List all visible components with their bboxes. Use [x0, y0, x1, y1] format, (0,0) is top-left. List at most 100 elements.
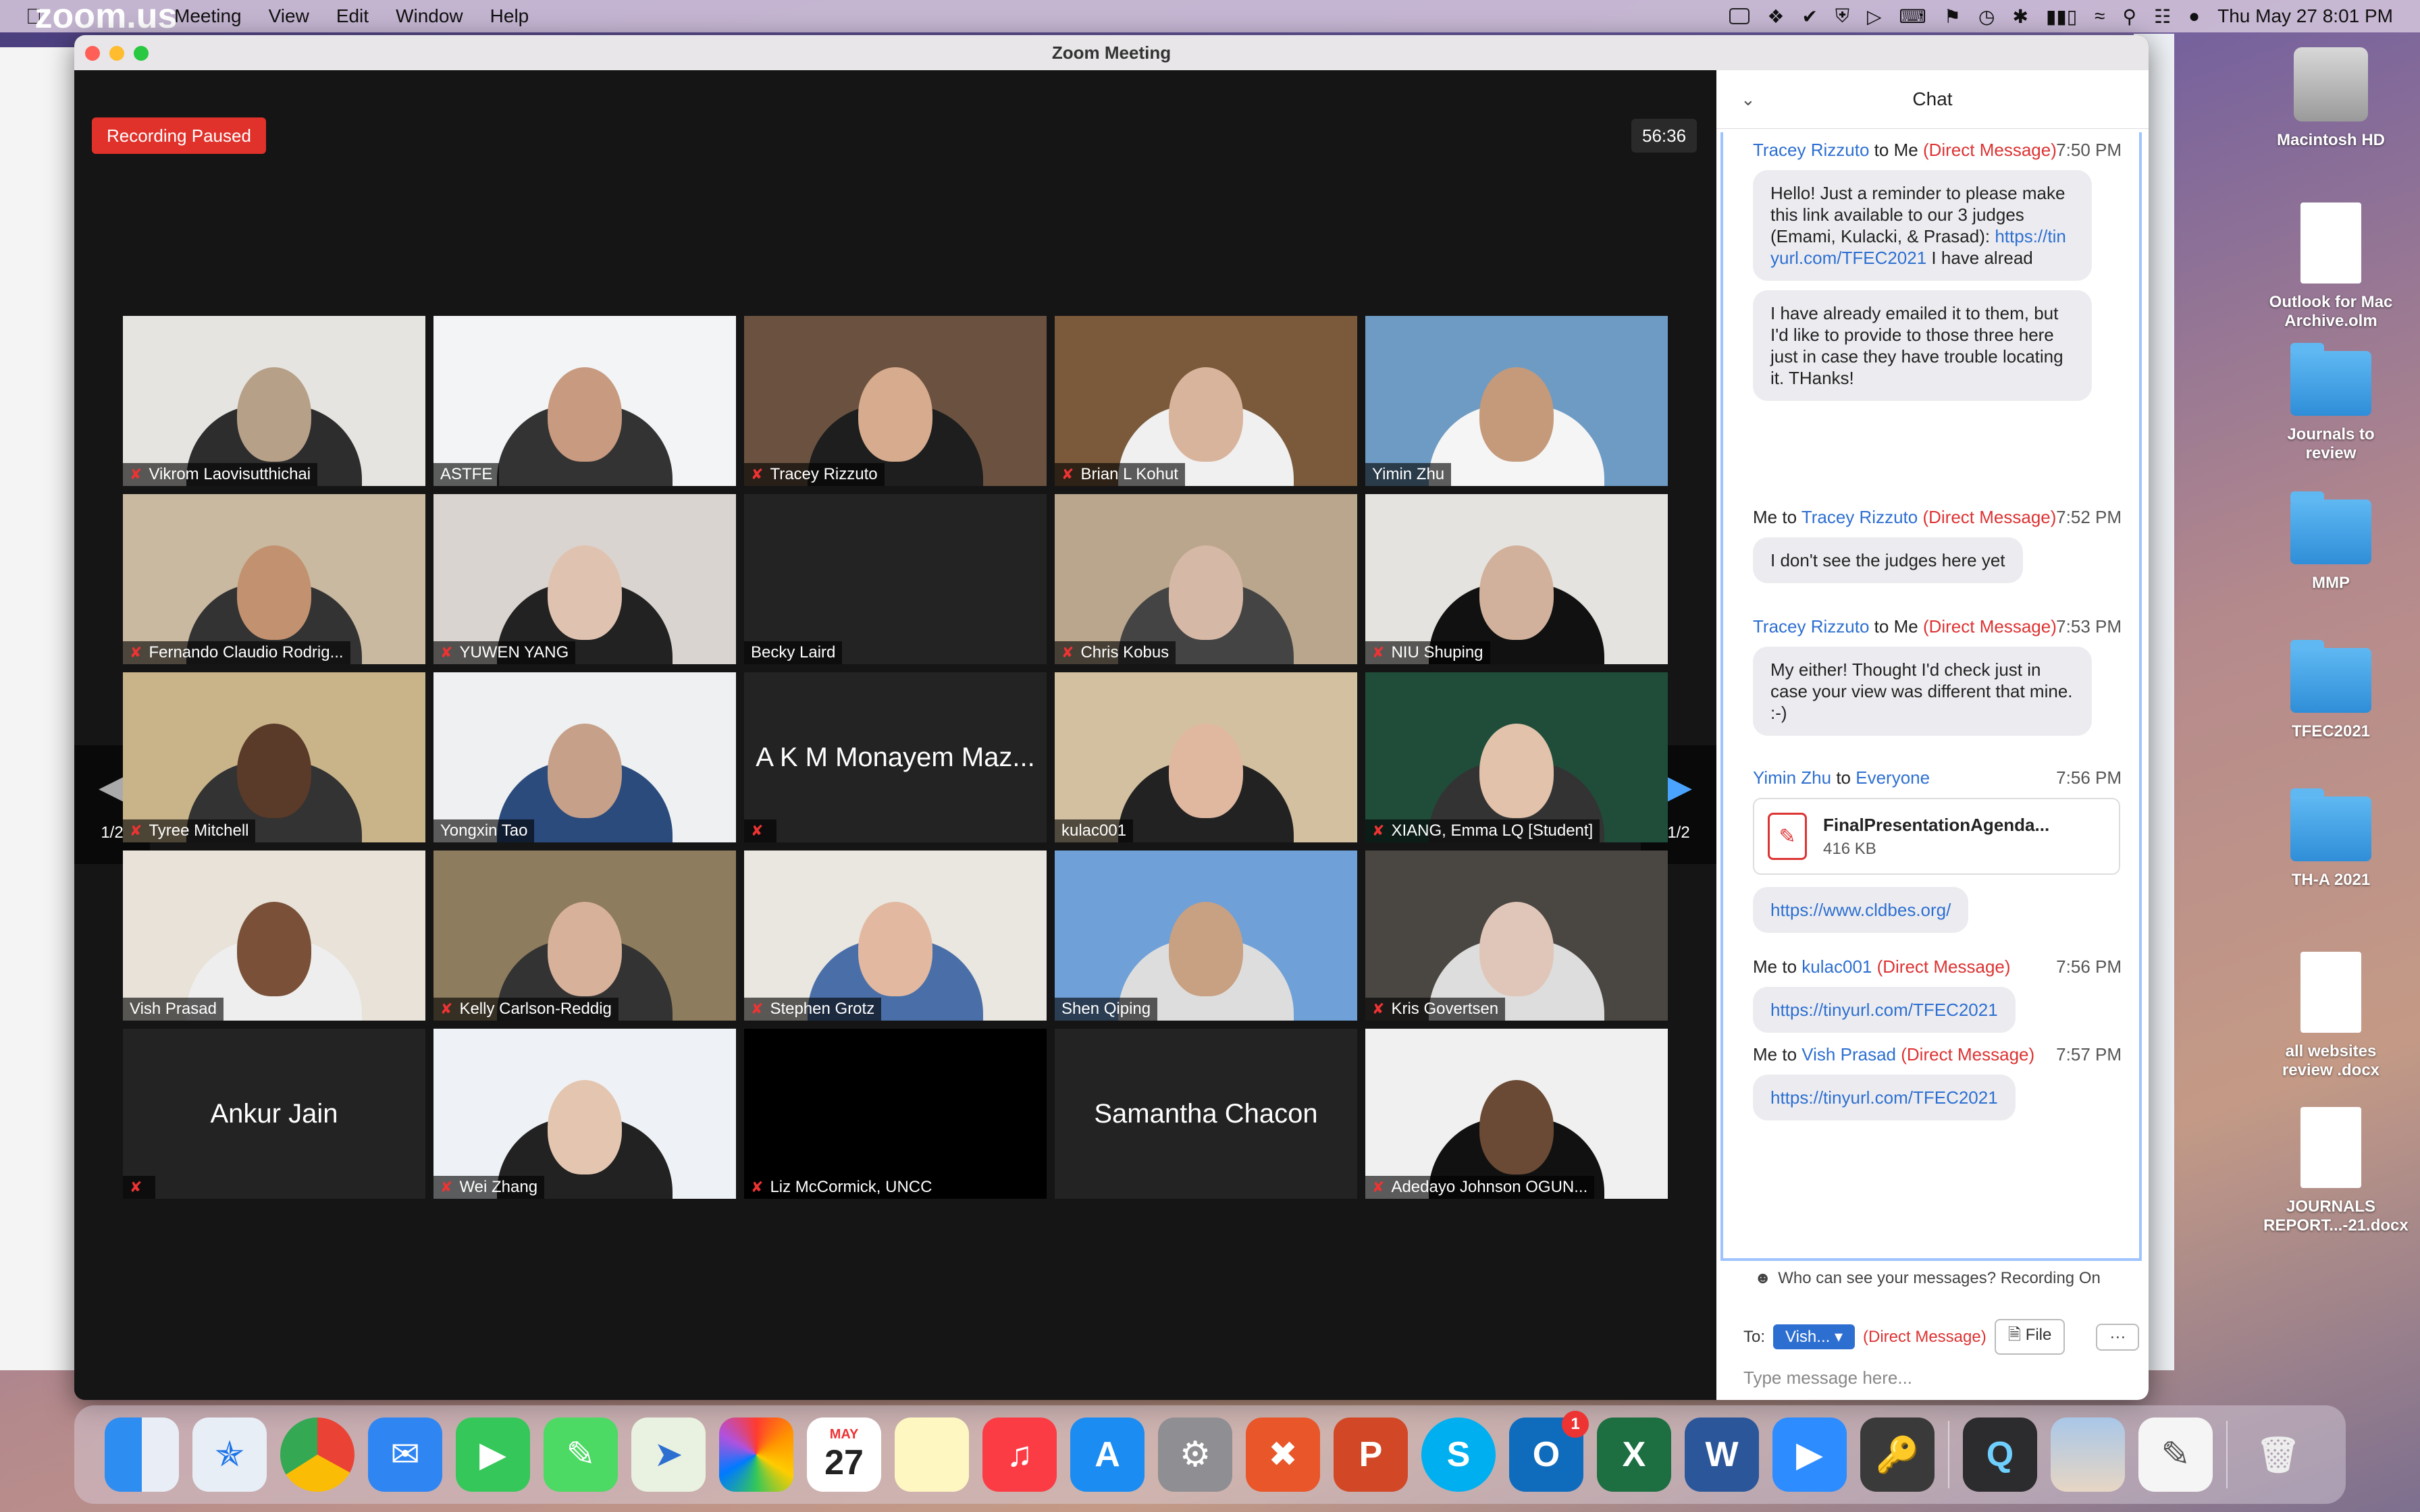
mail-icon[interactable]: ✉ — [368, 1418, 442, 1492]
chevron-down-icon[interactable]: ⌄ — [1741, 89, 1756, 110]
message-link[interactable]: https://tinyurl.com/TFEC2021 — [1770, 1087, 1998, 1108]
participant-tile[interactable]: ✘ YUWEN YANG — [433, 494, 736, 664]
skype-icon[interactable]: S — [1421, 1418, 1496, 1492]
participant-tile[interactable]: ✘ Tyree Mitchell — [123, 672, 425, 842]
excel-icon[interactable]: X — [1597, 1418, 1671, 1492]
minimize-window-button[interactable] — [109, 46, 124, 61]
message-input[interactable]: Type message here... — [1743, 1368, 1912, 1388]
keyboard-icon[interactable]: ⌨ — [1899, 5, 1926, 28]
file-button[interactable]: 🗎 File — [1994, 1319, 2066, 1355]
message-link[interactable]: https://tinyurl.com/TFEC2021 — [1770, 1000, 1998, 1020]
menu-window[interactable]: Window — [396, 5, 463, 27]
maps-icon[interactable]: ➤ — [631, 1418, 706, 1492]
control-center-icon[interactable]: ☷ — [2154, 5, 2171, 28]
participant-tile[interactable]: ✘ NIU Shuping — [1365, 494, 1668, 664]
message-sender[interactable]: Tracey Rizzuto — [1753, 140, 1869, 160]
participant-tile[interactable]: Vish Prasad — [123, 850, 425, 1021]
music-icon[interactable]: ♫ — [982, 1418, 1057, 1492]
outlook-icon[interactable]: O1 — [1509, 1411, 1589, 1492]
facetime-icon[interactable]: ▶ — [456, 1418, 530, 1492]
participant-tile[interactable]: Yongxin Tao — [433, 672, 736, 842]
participant-tile[interactable]: Yimin Zhu — [1365, 316, 1668, 486]
dropbox-icon[interactable]: ❖ — [1767, 5, 1784, 28]
zoom-icon[interactable]: ▶ — [1772, 1418, 1847, 1492]
trash-icon[interactable]: 🗑 — [2241, 1418, 2315, 1492]
preview-icon[interactable] — [2051, 1418, 2125, 1492]
menu-view[interactable]: View — [269, 5, 309, 27]
message-recipient[interactable]: Tracey Rizzuto — [1801, 507, 1918, 527]
participant-tile[interactable]: ✘ XIANG, Emma LQ [Student] — [1365, 672, 1668, 842]
more-options-button[interactable]: ··· — [2096, 1323, 2140, 1351]
recording-status-badge[interactable]: Recording Paused — [92, 117, 266, 154]
participant-tile[interactable]: Shen Qiping — [1055, 850, 1357, 1021]
message-link[interactable]: https://www.cldbes.org/ — [1770, 900, 1951, 920]
finder-icon[interactable] — [105, 1418, 179, 1492]
textedit-icon[interactable]: ✎ — [2138, 1418, 2213, 1492]
who-can-see-messages[interactable]: ☻ Who can see your messages? Recording O… — [1716, 1265, 2149, 1292]
file-attachment[interactable]: ✎ FinalPresentationAgenda... 416 KB — [1753, 798, 2120, 875]
folder-icon[interactable]: TFEC2021 — [2263, 640, 2398, 741]
document-icon[interactable]: Outlook for Mac Archive.olm — [2263, 202, 2398, 331]
document-icon[interactable]: JOURNALS REPORT...-21.docx — [2263, 1107, 2409, 1235]
check-icon[interactable]: ✔ — [1801, 5, 1817, 28]
safari-icon[interactable]: ✯ — [192, 1418, 267, 1492]
remote-desktop-icon[interactable]: ✖ — [1246, 1418, 1320, 1492]
message-sender[interactable]: Tracey Rizzuto — [1753, 616, 1869, 637]
bluetooth-icon[interactable]: ✱ — [2012, 5, 2028, 28]
message-recipient[interactable]: kulac001 — [1801, 956, 1872, 977]
participant-tile[interactable]: ASTFE — [433, 316, 736, 486]
wifi-icon[interactable]: ≈ — [2095, 5, 2105, 27]
flag-icon[interactable]: ⚑ — [1944, 5, 1961, 28]
cast-icon[interactable]: ▷ — [1867, 5, 1882, 28]
close-window-button[interactable] — [85, 46, 100, 61]
participant-tile[interactable]: ✘ Liz McCormick, UNCC — [744, 1029, 1047, 1199]
app-store-icon[interactable]: A — [1070, 1418, 1145, 1492]
menu-help[interactable]: Help — [490, 5, 529, 27]
search-icon[interactable]: ⚲ — [2123, 5, 2137, 28]
participant-tile[interactable]: ✘ Wei Zhang — [433, 1029, 736, 1199]
zoom-status-icon[interactable] — [1729, 8, 1750, 24]
chrome-icon[interactable] — [280, 1418, 354, 1492]
notes-icon[interactable] — [895, 1418, 969, 1492]
participant-tile[interactable]: ✘ Brian L Kohut — [1055, 316, 1357, 486]
clock-icon[interactable]: ◷ — [1978, 5, 1995, 28]
participant-tile[interactable]: ✘ Chris Kobus — [1055, 494, 1357, 664]
hard-drive-icon[interactable]: Macintosh HD — [2263, 47, 2398, 150]
participant-tile[interactable]: ✘ Kelly Carlson-Reddig — [433, 850, 736, 1021]
quicktime-icon[interactable]: Q — [1963, 1418, 2037, 1492]
participant-tile[interactable]: ✘ Adedayo Johnson OGUN... — [1365, 1029, 1668, 1199]
folder-icon[interactable]: MMP — [2263, 491, 2398, 593]
participant-tile[interactable]: Samantha Chacon — [1055, 1029, 1357, 1199]
participant-tile[interactable]: ✘ Tracey Rizzuto — [744, 316, 1047, 486]
siri-icon[interactable]: ● — [2188, 5, 2200, 27]
desktop-item-label: TFEC2021 — [2291, 722, 2371, 740]
calendar-icon[interactable]: MAY 27 — [807, 1418, 881, 1492]
menubar-clock[interactable]: Thu May 27 8:01 PM — [2217, 5, 2393, 27]
system-preferences-icon[interactable]: ⚙ — [1158, 1418, 1232, 1492]
zoom-window-button[interactable] — [134, 46, 149, 61]
participant-tile[interactable]: Becky Laird — [744, 494, 1047, 664]
word-icon[interactable]: W — [1685, 1418, 1759, 1492]
folder-icon[interactable]: Journals to review — [2263, 343, 2398, 463]
powerpoint-icon[interactable]: P — [1334, 1418, 1408, 1492]
participant-tile[interactable]: kulac001 — [1055, 672, 1357, 842]
participant-tile[interactable]: ✘ Stephen Grotz — [744, 850, 1047, 1021]
document-icon[interactable]: all websites review .docx — [2263, 952, 2398, 1080]
message-sender[interactable]: Yimin Zhu — [1753, 767, 1831, 788]
shield-icon[interactable]: ⛨ — [1835, 5, 1849, 28]
photos-icon[interactable] — [719, 1418, 793, 1492]
message-recipient[interactable]: Vish Prasad — [1801, 1044, 1896, 1064]
messages-icon[interactable]: ✎ — [544, 1418, 618, 1492]
keychain-icon[interactable]: 🔑 — [1860, 1418, 1935, 1492]
recipient-select[interactable]: Vish... ▾ — [1773, 1324, 1855, 1349]
participant-tile[interactable]: ✘ Kris Govertsen — [1365, 850, 1668, 1021]
menu-edit[interactable]: Edit — [336, 5, 369, 27]
folder-icon[interactable]: TH-A 2021 — [2263, 788, 2398, 890]
participant-tile[interactable]: Ankur Jain ✘ — [123, 1029, 425, 1199]
participant-tile[interactable]: ✘ Fernando Claudio Rodrig... — [123, 494, 425, 664]
menu-meeting[interactable]: Meeting — [174, 5, 242, 27]
participant-tile[interactable]: ✘ Vikrom Laovisutthichai — [123, 316, 425, 486]
battery-icon[interactable]: ▮▮▯ — [2046, 5, 2077, 28]
participant-tile[interactable]: A K M Monayem Maz... ✘ — [744, 672, 1047, 842]
chat-messages[interactable]: Tracey Rizzuto to Me (Direct Message) 7:… — [1720, 132, 2142, 1261]
